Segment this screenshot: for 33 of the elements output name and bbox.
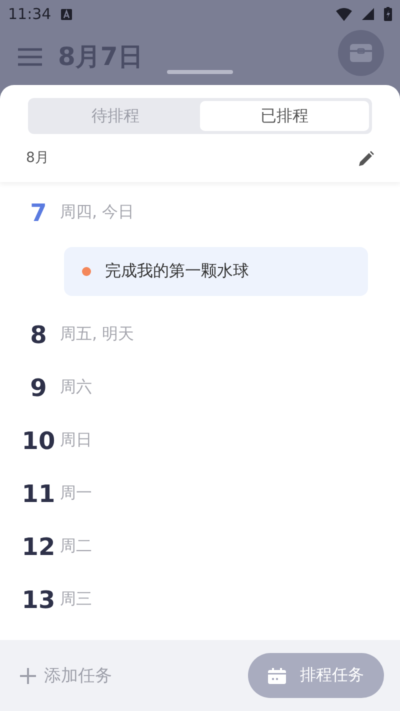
menu-icon[interactable]: [18, 48, 42, 66]
day-number: 10: [20, 426, 56, 454]
add-task-button[interactable]: 添加任务: [20, 664, 112, 687]
notification-icon: [61, 8, 72, 20]
day-label: 周二: [60, 536, 92, 557]
task-card[interactable]: 完成我的第一颗水球: [64, 247, 368, 296]
day-number: 8: [29, 320, 48, 348]
day-label: 周一: [60, 483, 92, 504]
calendar-icon: [268, 668, 286, 684]
day-label: 周日: [60, 430, 92, 451]
inbox-button[interactable]: [338, 30, 384, 76]
day-number: 9: [29, 374, 48, 402]
day-label: 周五, 明天: [60, 324, 134, 345]
day-number: 12: [20, 532, 56, 560]
tab[interactable]: 待排程: [31, 101, 200, 131]
pencil-icon[interactable]: [359, 150, 374, 166]
signal-icon: [362, 8, 374, 20]
day-number: 11: [20, 480, 56, 508]
day-label: 周六: [60, 377, 92, 398]
day-label: 周四, 今日: [60, 202, 134, 223]
box-icon: [350, 44, 372, 62]
day-number: 7: [29, 198, 48, 226]
day-label: 周三: [60, 589, 92, 610]
drag-handle[interactable]: [167, 70, 233, 74]
wifi-icon: [336, 8, 352, 20]
tab[interactable]: 已排程: [200, 101, 369, 131]
plus-icon: [20, 668, 36, 684]
battery-icon: [384, 7, 392, 21]
month-label: 8月: [26, 149, 49, 167]
schedule-task-button[interactable]: 排程任务: [248, 653, 384, 698]
day-number: 13: [20, 586, 56, 614]
task-title: 完成我的第一颗水球: [105, 261, 249, 282]
status-time: 11:34: [8, 5, 52, 23]
